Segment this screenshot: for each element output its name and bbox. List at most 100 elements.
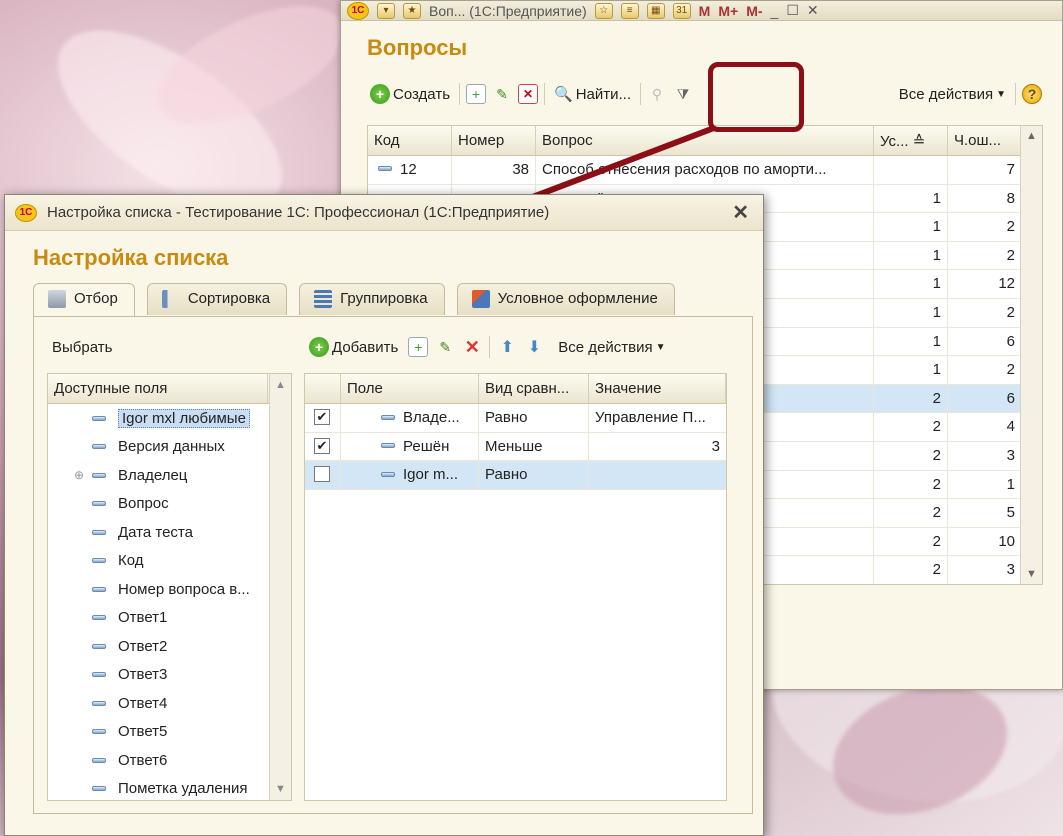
- table-row[interactable]: 12 38 Способ отнесения расходов по аморти.…: [368, 156, 1042, 185]
- memory-mminus-button[interactable]: M-: [746, 3, 762, 19]
- all-actions-menu[interactable]: Все действия ▼: [896, 84, 1009, 105]
- comparison-cell[interactable]: Меньше: [479, 432, 589, 461]
- table-cell-us: 1: [874, 270, 948, 298]
- field-item[interactable]: Номер вопроса в...: [48, 575, 291, 604]
- column-header-ch-osh[interactable]: Ч.ош...: [948, 126, 1022, 155]
- column-header-field[interactable]: Поле: [341, 374, 479, 403]
- table-cell-ch: 6: [948, 327, 1022, 356]
- minimize-icon[interactable]: _: [771, 3, 779, 19]
- field-cell[interactable]: Igor m...: [341, 461, 479, 489]
- tab-grouping[interactable]: Группировка: [299, 283, 445, 315]
- field-item[interactable]: Ответ4: [48, 689, 291, 718]
- use-checkbox[interactable]: [314, 466, 330, 483]
- field-item[interactable]: Ответ6: [48, 746, 291, 775]
- scroll-down-icon[interactable]: ▼: [1021, 564, 1042, 584]
- field-item[interactable]: Ответ1: [48, 604, 291, 633]
- column-header-us[interactable]: Ус... ≙: [874, 126, 948, 155]
- field-item[interactable]: Дата теста: [48, 518, 291, 547]
- tab-filter[interactable]: Отбор: [33, 283, 135, 317]
- cell-text: 10: [998, 532, 1015, 550]
- field-dash-icon: [92, 672, 106, 678]
- field-item[interactable]: Igor mxl любимые: [48, 404, 291, 433]
- value-cell[interactable]: Управление П...: [589, 404, 726, 432]
- cell-text: 1: [932, 189, 941, 207]
- use-checkbox[interactable]: ✔: [314, 437, 330, 454]
- add-button[interactable]: + Добавить: [306, 335, 401, 359]
- column-header-kod[interactable]: Код: [368, 126, 452, 155]
- calculator-icon[interactable]: ▦: [646, 2, 665, 19]
- create-button[interactable]: + Создать: [367, 82, 453, 106]
- expand-plus-icon[interactable]: ⊕: [66, 468, 92, 482]
- value-cell[interactable]: [589, 461, 726, 489]
- field-item[interactable]: ⊕ Владелец: [48, 461, 291, 490]
- field-item[interactable]: Ответ2: [48, 632, 291, 661]
- favorites-star-icon[interactable]: ★: [403, 2, 421, 19]
- edit-pencil-icon[interactable]: ✎: [492, 84, 512, 104]
- table-cell-ch: 3: [948, 441, 1022, 470]
- field-item[interactable]: Вопрос: [48, 490, 291, 519]
- field-label: Ответ2: [118, 637, 168, 655]
- table-cell-us: 1: [874, 298, 948, 327]
- scroll-down-icon[interactable]: ▼: [270, 778, 291, 800]
- move-up-icon[interactable]: ⬆: [497, 337, 517, 357]
- column-header-value[interactable]: Значение: [589, 374, 726, 403]
- filter-row[interactable]: Igor m... Равно: [305, 461, 726, 490]
- filter-icon: [48, 290, 66, 308]
- plus-circle-icon: +: [370, 84, 390, 104]
- toolbar-separator: [489, 336, 491, 358]
- calendar-icon[interactable]: 31: [672, 2, 691, 19]
- column-header-vopros[interactable]: Вопрос: [536, 126, 874, 155]
- field-item[interactable]: Версия данных: [48, 433, 291, 462]
- close-icon[interactable]: ✕: [732, 200, 749, 225]
- copy-icon[interactable]: +: [408, 337, 429, 357]
- memory-m-button[interactable]: M: [699, 3, 711, 19]
- history-icon[interactable]: ≡: [620, 2, 639, 19]
- help-icon[interactable]: ?: [1022, 84, 1042, 104]
- table-cell-us: 2: [874, 527, 948, 556]
- add-favorite-icon[interactable]: ☆: [594, 2, 613, 19]
- column-header-comparison[interactable]: Вид сравн...: [479, 374, 589, 403]
- table-cell-us: 2: [874, 413, 948, 441]
- table-cell-ch: 2: [948, 213, 1022, 241]
- field-item[interactable]: Пометка удаления: [48, 775, 291, 801]
- field-name: Решён: [403, 437, 450, 455]
- find-button[interactable]: 🔍 Найти...: [551, 83, 634, 105]
- maximize-icon[interactable]: ☐: [786, 2, 799, 19]
- field-label: Ответ5: [118, 723, 168, 741]
- field-item[interactable]: Ответ3: [48, 661, 291, 690]
- all-actions-menu[interactable]: Все действия ▼: [555, 337, 668, 358]
- cancel-search-icon[interactable]: ⚲: [647, 84, 667, 104]
- fields-scrollbar[interactable]: ▲ ▼: [269, 374, 291, 800]
- delete-icon[interactable]: ✕: [462, 337, 482, 357]
- filter-row[interactable]: ✔ Решён Меньше 3: [305, 432, 726, 462]
- table-cell-ch: 5: [948, 499, 1022, 527]
- comparison-cell[interactable]: Равно: [479, 461, 589, 489]
- tab-sort[interactable]: Сортировка: [146, 283, 288, 315]
- column-header-nomer[interactable]: Номер: [452, 126, 536, 155]
- move-down-icon[interactable]: ⬇: [524, 337, 544, 357]
- table-scrollbar[interactable]: ▲ ▼: [1020, 126, 1042, 584]
- tab-conditional-format[interactable]: Условное оформление: [456, 283, 675, 315]
- edit-pencil-icon[interactable]: ✎: [435, 337, 455, 357]
- scroll-up-icon[interactable]: ▲: [1021, 126, 1042, 146]
- list-settings-filter-icon[interactable]: ⧩: [673, 84, 693, 104]
- field-cell[interactable]: Владе...: [341, 404, 479, 432]
- field-dash-icon: [92, 700, 106, 706]
- scroll-up-icon[interactable]: ▲: [270, 374, 291, 396]
- close-icon[interactable]: ✕: [807, 2, 819, 19]
- dropdown-menu-icon[interactable]: ▾: [377, 2, 395, 19]
- filter-row[interactable]: ✔ Владе... Равно Управление П...: [305, 404, 726, 433]
- value-cell[interactable]: 3: [589, 433, 726, 461]
- memory-mplus-button[interactable]: M+: [718, 3, 738, 19]
- copy-icon[interactable]: +: [466, 84, 487, 104]
- field-item[interactable]: Код: [48, 547, 291, 576]
- use-cell: ✔: [305, 432, 341, 461]
- field-dash-icon: [92, 501, 106, 507]
- comparison-cell[interactable]: Равно: [479, 404, 589, 432]
- use-checkbox[interactable]: ✔: [314, 409, 330, 425]
- field-dash-icon: [92, 472, 106, 478]
- delete-icon[interactable]: ✕: [518, 84, 539, 104]
- field-cell[interactable]: Решён: [341, 432, 479, 461]
- field-item[interactable]: Ответ5: [48, 718, 291, 747]
- cell-text: 12: [998, 275, 1015, 293]
